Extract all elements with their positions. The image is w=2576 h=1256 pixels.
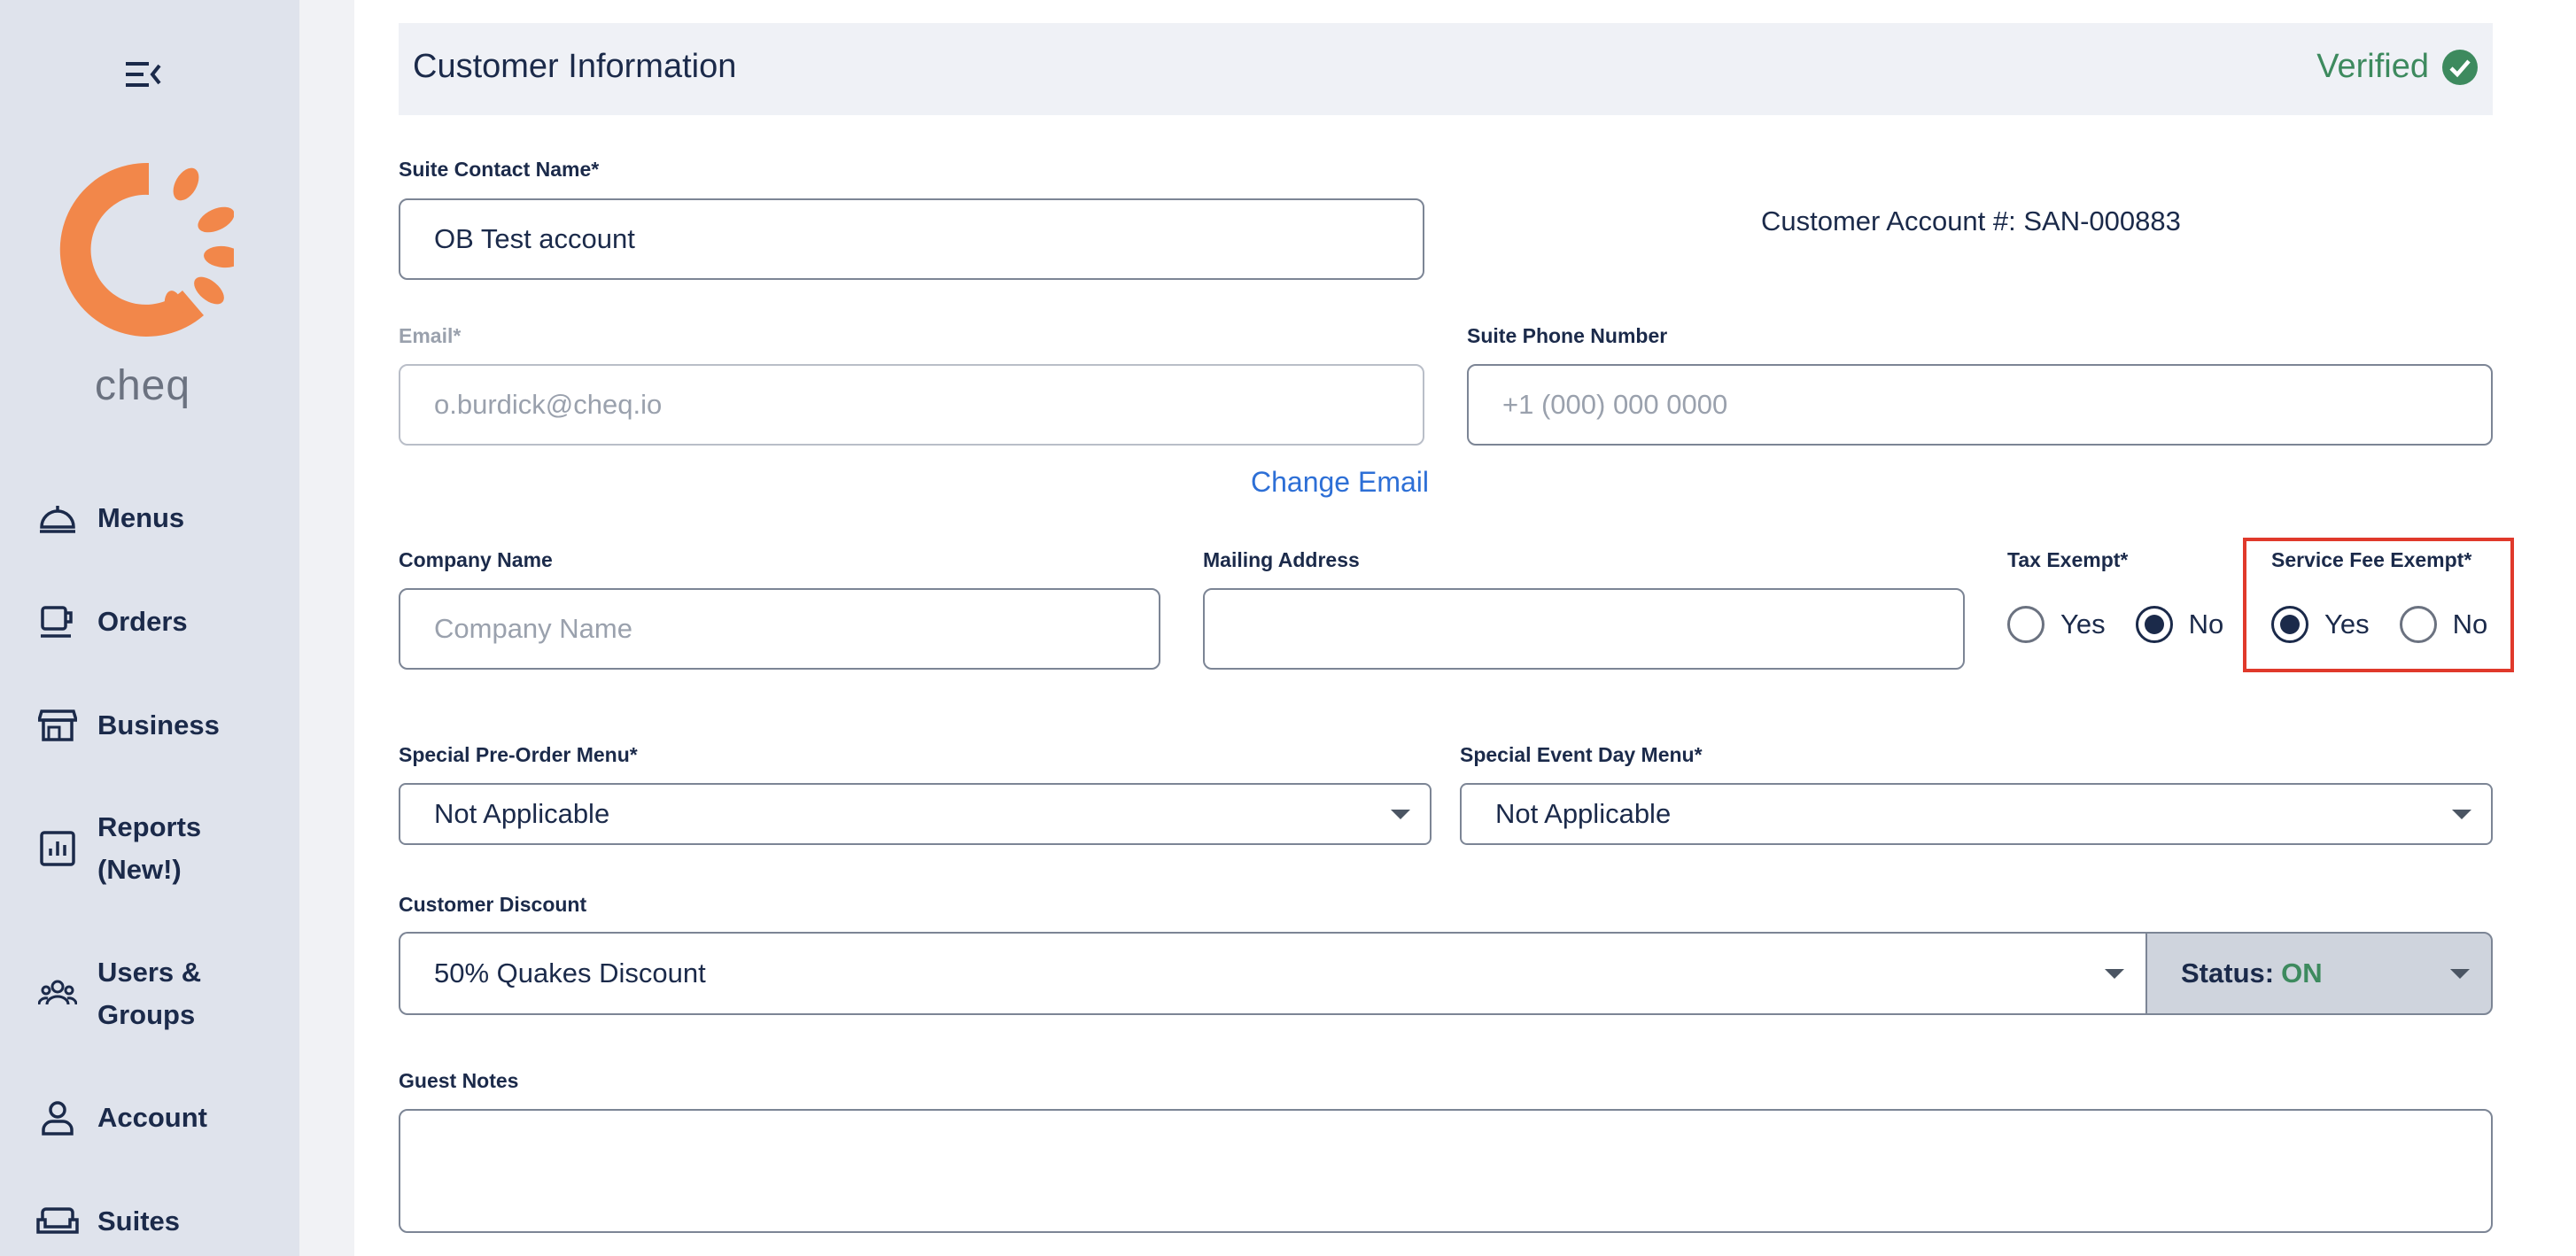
storefront-icon: [35, 703, 80, 748]
verified-label: Verified: [2316, 48, 2429, 85]
sidebar-item-account[interactable]: Account: [35, 1096, 207, 1140]
cloche-icon: [35, 496, 80, 540]
person-icon: [35, 1096, 80, 1140]
sidebar-item-orders[interactable]: Orders: [35, 600, 188, 644]
company-name-label: Company Name: [399, 548, 553, 571]
company-name-placeholder: Company Name: [434, 613, 632, 644]
report-chart-icon: [35, 826, 80, 871]
preorder-menu-value: Not Applicable: [434, 798, 610, 829]
preorder-menu-label: Special Pre-Order Menu*: [399, 743, 638, 766]
chevron-down-icon: [2452, 810, 2471, 819]
contact-name-input[interactable]: OB Test account: [399, 198, 1424, 280]
tax-exempt-yes-radio[interactable]: Yes: [2007, 606, 2106, 643]
radio-label: Yes: [2060, 609, 2106, 640]
sidebar-item-suites[interactable]: Suites: [35, 1199, 180, 1244]
sidebar-item-label: Users & Groups: [97, 957, 202, 1030]
radio-circle: [2399, 606, 2437, 643]
radio-label: Yes: [2324, 609, 2370, 640]
mailing-address-input[interactable]: [1203, 588, 1965, 670]
sidebar-item-label: Account: [97, 1102, 207, 1133]
chevron-down-icon: [2450, 969, 2470, 979]
sidebar-item-label: Business: [97, 709, 220, 740]
customer-discount-value: 50% Quakes Discount: [434, 958, 706, 989]
sidebar-item-label: Suites: [97, 1206, 181, 1237]
sidebar: cheq Menus Orders Business Reports (New!…: [0, 0, 299, 1256]
mailing-address-label: Mailing Address: [1203, 548, 1360, 571]
discount-status-select[interactable]: Status: ON: [2145, 932, 2493, 1015]
tax-exempt-radio-group: Yes No: [2007, 606, 2223, 643]
customer-discount-label: Customer Discount: [399, 893, 587, 916]
verified-status: Verified: [2316, 48, 2479, 86]
service-fee-exempt-yes-radio[interactable]: Yes: [2271, 606, 2370, 643]
tax-exempt-no-radio[interactable]: No: [2135, 606, 2224, 643]
preorder-menu-select[interactable]: Not Applicable: [399, 783, 1432, 845]
guest-notes-textarea[interactable]: [399, 1109, 2493, 1233]
eventday-menu-value: Not Applicable: [1495, 798, 1672, 829]
service-fee-exempt-no-radio[interactable]: No: [2399, 606, 2488, 643]
eventday-menu-label: Special Event Day Menu*: [1460, 743, 1703, 766]
radio-circle-checked: [2135, 606, 2173, 643]
service-fee-exempt-radio-group: Yes No: [2271, 606, 2487, 643]
sidebar-item-label: Orders: [97, 606, 188, 637]
section-title: Customer Information: [413, 48, 737, 85]
cup-icon: [35, 600, 80, 644]
check-circle-icon: [2442, 49, 2478, 85]
sidebar-item-reports[interactable]: Reports (New!): [35, 806, 248, 891]
sidebar-item-business[interactable]: Business: [35, 703, 220, 748]
sofa-icon: [35, 1199, 80, 1244]
service-fee-exempt-label: Service Fee Exempt*: [2271, 548, 2472, 571]
guest-notes-label: Guest Notes: [399, 1069, 519, 1092]
company-name-input[interactable]: Company Name: [399, 588, 1160, 670]
phone-label: Suite Phone Number: [1467, 324, 1668, 347]
sidebar-item-menus[interactable]: Menus: [35, 496, 184, 540]
phone-input[interactable]: +1 (000) 000 0000: [1467, 364, 2493, 446]
brand-name: cheq: [94, 362, 191, 409]
radio-label: No: [2188, 609, 2224, 640]
status-label: Status:: [2181, 958, 2275, 989]
customer-discount-select[interactable]: 50% Quakes Discount: [399, 932, 2145, 1015]
eventday-menu-select[interactable]: Not Applicable: [1460, 783, 2493, 845]
menu-collapse-icon[interactable]: [124, 58, 163, 90]
contact-name-label: Suite Contact Name*: [399, 158, 600, 181]
main-content: Customer Information Verified Suite Cont…: [354, 0, 2576, 1256]
chevron-down-icon: [1391, 810, 1410, 819]
email-input: o.burdick@cheq.io: [399, 364, 1424, 446]
tax-exempt-label: Tax Exempt*: [2007, 548, 2129, 571]
email-label: Email*: [399, 324, 462, 347]
status-value: ON: [2281, 958, 2323, 989]
change-email-link[interactable]: Change Email: [1251, 466, 1429, 499]
radio-circle: [2007, 606, 2045, 643]
customer-account-number: Customer Account #: SAN-000883: [1761, 205, 2181, 236]
phone-placeholder: +1 (000) 000 0000: [1502, 389, 1728, 420]
cheq-logo: [51, 158, 243, 340]
sidebar-item-label: Reports (New!): [97, 811, 202, 885]
section-header: Customer Information Verified: [399, 23, 2493, 115]
radio-label: No: [2452, 609, 2488, 640]
radio-circle-checked: [2271, 606, 2308, 643]
users-group-icon: [35, 972, 80, 1016]
contact-name-value: OB Test account: [434, 223, 635, 254]
sidebar-item-label: Menus: [97, 502, 185, 533]
email-value: o.burdick@cheq.io: [434, 389, 663, 420]
chevron-down-icon: [2105, 969, 2124, 979]
sidebar-item-users-groups[interactable]: Users & Groups: [35, 951, 248, 1036]
